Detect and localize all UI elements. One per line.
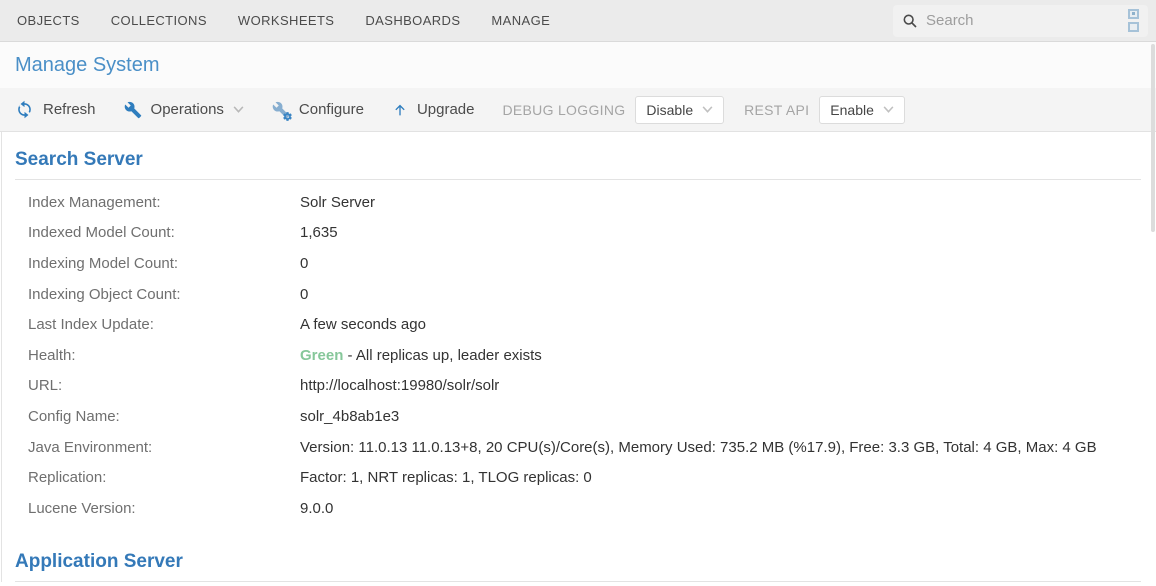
row-value: 9.0.0 <box>300 500 333 517</box>
debug-logging-value: Disable <box>646 102 693 118</box>
row-value: Version: 11.0.13 11.0.13+8, 20 CPU(s)/Co… <box>300 439 1097 456</box>
row-label: Lucene Version: <box>15 500 300 517</box>
refresh-icon <box>15 100 34 119</box>
chevron-down-icon <box>702 106 713 113</box>
row-label: Indexed Model Count: <box>15 224 300 241</box>
refresh-label: Refresh <box>43 101 96 118</box>
search-input[interactable] <box>926 12 1096 29</box>
row-label: Index Management: <box>15 194 300 211</box>
row-value: Green - All replicas up, leader exists <box>300 347 542 364</box>
row-label: Indexing Object Count: <box>15 286 300 303</box>
detail-row-indexing-model-count: Indexing Model Count: 0 <box>15 248 1141 279</box>
detail-row-java-environment: Java Environment: Version: 11.0.13 11.0.… <box>15 432 1141 463</box>
title-bar: Manage System <box>0 42 1156 88</box>
debug-logging-select[interactable]: Disable <box>635 96 724 124</box>
upgrade-arrow-icon <box>392 102 408 118</box>
nav-item-dashboards[interactable]: DASHBOARDS <box>365 13 460 28</box>
nav-item-worksheets[interactable]: WORKSHEETS <box>238 13 334 28</box>
health-status-badge: Green <box>300 347 343 364</box>
detail-row-lucene-version: Lucene Version: 9.0.0 <box>15 493 1141 524</box>
row-value: 1,635 <box>300 224 338 241</box>
detail-row-last-index-update: Last Index Update: A few seconds ago <box>15 309 1141 340</box>
row-label: Config Name: <box>15 408 300 425</box>
row-value: Factor: 1, NRT replicas: 1, TLOG replica… <box>300 469 592 486</box>
search-server-details: Index Management: Solr Server Indexed Mo… <box>15 180 1141 524</box>
configure-button[interactable]: Configure <box>272 101 364 119</box>
section-title-application-server: Application Server <box>15 534 1141 573</box>
row-label: URL: <box>15 377 300 394</box>
rest-api-value: Enable <box>830 102 874 118</box>
search-box[interactable] <box>893 5 1148 37</box>
operations-button[interactable]: Operations <box>124 101 244 119</box>
debug-logging-label: DEBUG LOGGING <box>503 102 626 118</box>
health-status-text: - All replicas up, leader exists <box>343 347 541 364</box>
detail-row-indexing-object-count: Indexing Object Count: 0 <box>15 279 1141 310</box>
chevron-down-icon <box>233 106 244 113</box>
row-value: http://localhost:19980/solr/solr <box>300 377 499 394</box>
refresh-button[interactable]: Refresh <box>15 100 96 119</box>
chevron-down-icon <box>883 106 894 113</box>
detail-row-indexed-model-count: Indexed Model Count: 1,635 <box>15 218 1141 249</box>
detail-row-health: Health: Green - All replicas up, leader … <box>15 340 1141 371</box>
row-value: solr_4b8ab1e3 <box>300 408 399 425</box>
row-value: A few seconds ago <box>300 316 426 333</box>
rest-api-select[interactable]: Enable <box>819 96 905 124</box>
detail-row-url: URL: http://localhost:19980/solr/solr <box>15 371 1141 402</box>
left-edge-divider <box>1 132 2 582</box>
detail-row-replication: Replication: Factor: 1, NRT replicas: 1,… <box>15 462 1141 493</box>
upgrade-button[interactable]: Upgrade <box>392 101 475 118</box>
top-navbar: OBJECTS COLLECTIONS WORKSHEETS DASHBOARD… <box>0 0 1156 42</box>
vertical-scrollbar[interactable] <box>1151 44 1155 232</box>
row-label: Indexing Model Count: <box>15 255 300 272</box>
detail-row-config-name: Config Name: solr_4b8ab1e3 <box>15 401 1141 432</box>
search-scope-icon[interactable] <box>1128 9 1139 32</box>
row-value: 0 <box>300 286 308 303</box>
main-content: Search Server Index Management: Solr Ser… <box>0 132 1156 582</box>
upgrade-label: Upgrade <box>417 101 475 118</box>
row-label: Last Index Update: <box>15 316 300 333</box>
wrench-gear-icon <box>272 101 290 119</box>
detail-row-index-management: Index Management: Solr Server <box>15 187 1141 218</box>
search-icon <box>902 13 918 29</box>
page-title: Manage System <box>15 54 160 77</box>
nav-item-collections[interactable]: COLLECTIONS <box>111 13 207 28</box>
rest-api-label: REST API <box>744 102 809 118</box>
row-value: Solr Server <box>300 194 375 211</box>
configure-label: Configure <box>299 101 364 118</box>
toolbar: Refresh Operations Configure <box>0 88 1156 132</box>
section-divider <box>15 581 1141 582</box>
row-label: Health: <box>15 347 300 364</box>
row-label: Java Environment: <box>15 439 300 456</box>
nav-item-objects[interactable]: OBJECTS <box>17 13 80 28</box>
operations-label: Operations <box>151 101 224 118</box>
nav-item-manage[interactable]: MANAGE <box>491 13 550 28</box>
row-label: Replication: <box>15 469 300 486</box>
wrench-icon <box>124 101 142 119</box>
row-value: 0 <box>300 255 308 272</box>
section-title-search-server: Search Server <box>15 132 1141 171</box>
